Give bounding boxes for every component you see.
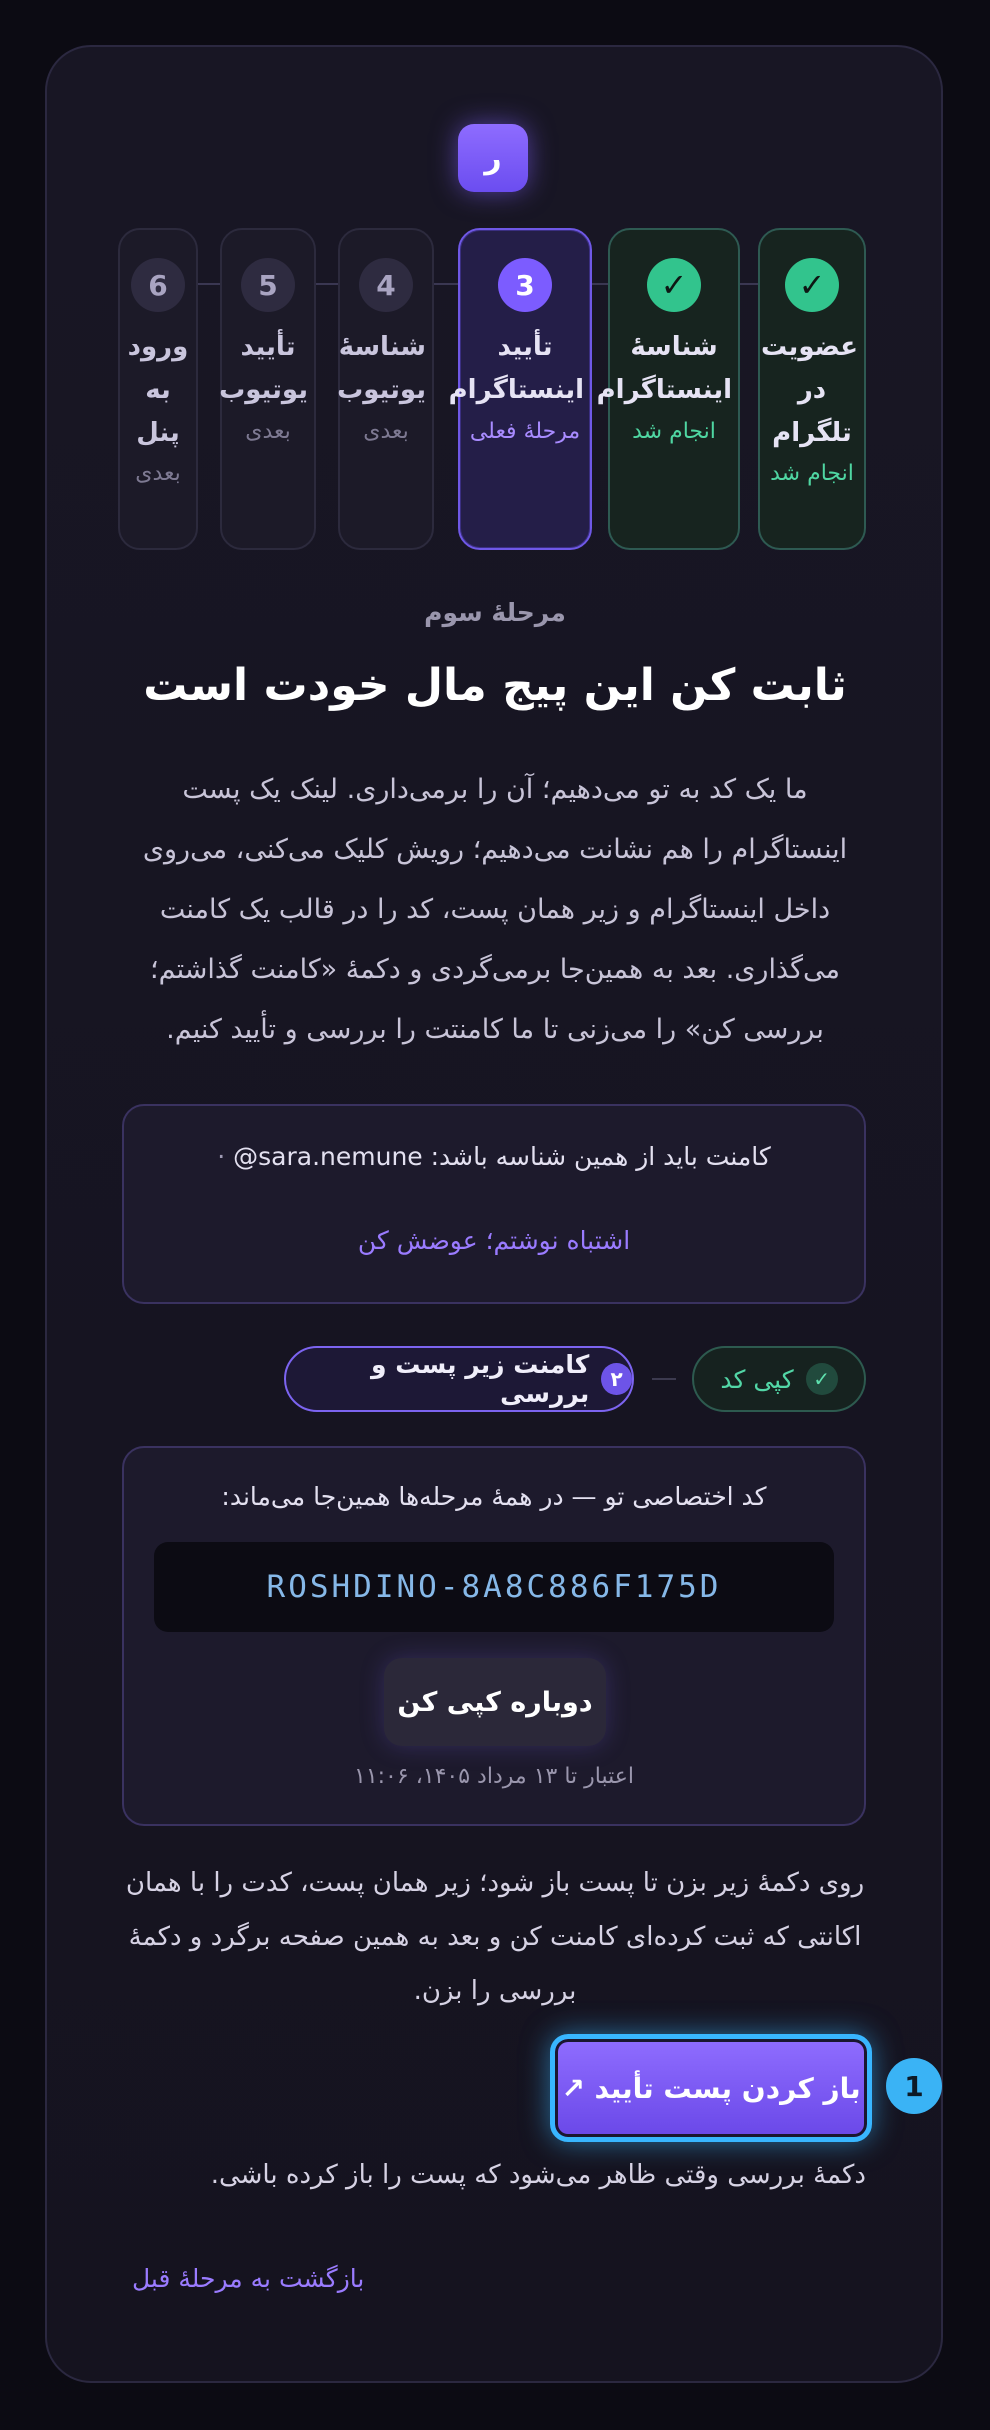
code-panel: کد اختصاصی تو — در همهٔ مرحله‌ها همین‌جا…	[122, 1446, 866, 1826]
check-icon: ✓	[805, 1363, 838, 1395]
copy-again-button[interactable]: دوباره کپی کن	[384, 1658, 606, 1746]
step-status: انجام شد	[770, 461, 854, 486]
identity-line: کامنت باید از همین شناسه باشد: @sara.nem…	[124, 1142, 864, 1171]
step-marker: 1	[886, 2058, 942, 2114]
step-connector	[198, 283, 220, 285]
check-icon: ✓	[785, 258, 839, 312]
back-link[interactable]: بازگشت به مرحلهٔ قبل	[132, 2264, 364, 2293]
step-eyebrow: مرحلهٔ سوم	[424, 598, 566, 627]
substep-number: ۲	[601, 1363, 632, 1395]
check-icon: ✓	[647, 258, 701, 312]
step-telegram: ✓ عضویت در تلگرام انجام شد	[758, 228, 866, 550]
step-youtube-id: 4 شناسهٔ یوتیوب بعدی	[337, 228, 434, 550]
brand-logo: ر	[458, 124, 528, 192]
substep-label: کپی کد	[720, 1364, 794, 1394]
step-title: تأیید یوتیوب	[219, 332, 308, 405]
step-status: بعدی	[135, 461, 181, 486]
separator-dot: ·	[217, 1142, 226, 1171]
step-title: شناسهٔ یوتیوب	[337, 332, 426, 405]
step-title: شناسهٔ اینستاگرام	[596, 332, 732, 405]
step-panel-login: 6 ورود به پنل بعدی	[118, 228, 198, 550]
step-title: ورود به پنل	[127, 332, 189, 448]
step-title: تأیید اینستاگرام	[448, 332, 584, 405]
step-connector	[740, 283, 758, 285]
step-number: 5	[241, 258, 295, 312]
step-youtube-verify: 5 تأیید یوتیوب بعدی	[219, 228, 316, 550]
change-handle-link[interactable]: اشتباه نوشتم؛ عوضش کن	[124, 1226, 864, 1255]
code-label: کد اختصاصی تو — در همهٔ مرحله‌ها همین‌جا…	[221, 1482, 767, 1511]
step-number: 6	[131, 258, 185, 312]
step-instagram-verify: 3 تأیید اینستاگرام مرحلهٔ فعلی	[448, 228, 592, 550]
substep-comment-verify: ۲ کامنت زیر پست و بررسی	[284, 1346, 634, 1412]
step-connector	[592, 283, 608, 285]
substep-label: کامنت زیر پست و بررسی	[370, 1350, 590, 1408]
step-number: 3	[498, 258, 552, 312]
instructions-text: روی دکمهٔ زیر بزن تا پست باز شود؛ زیر هم…	[125, 1868, 865, 2006]
open-verification-post-button[interactable]: باز کردن پست تأیید ↗	[550, 2034, 872, 2142]
step-status: انجام شد	[632, 419, 716, 444]
instagram-handle: @sara.nemune	[233, 1142, 423, 1171]
step-status: بعدی	[245, 419, 291, 444]
intro-paragraph: ما یک کد به تو می‌دهیم؛ آن را برمی‌داری.…	[142, 774, 848, 1045]
identity-box: کامنت باید از همین شناسه باشد: @sara.nem…	[122, 1104, 866, 1304]
substep-copy-code: ✓ کپی کد	[692, 1346, 866, 1412]
identity-prefix: کامنت باید از همین شناسه باشد:	[430, 1142, 771, 1171]
step-instagram-id: ✓ شناسهٔ اینستاگرام انجام شد	[596, 228, 740, 550]
step-number: 4	[359, 258, 413, 312]
substep-connector	[652, 1378, 676, 1380]
step-title: عضویت در تلگرام	[761, 332, 858, 448]
step-status: مرحلهٔ فعلی	[469, 419, 581, 444]
step-connector	[434, 283, 458, 285]
step-connector	[316, 283, 338, 285]
code-expiry: اعتبار تا ۱۳ مرداد ۱۴۰۵، ۱۱:۰۶	[354, 1764, 634, 1789]
verification-code[interactable]: ROSHDINO-8A8C886F175D	[154, 1542, 834, 1632]
verify-hint: دکمهٔ بررسی وقتی ظاهر می‌شود که پست را ب…	[210, 2160, 866, 2190]
page-title: ثابت کن این پیج مال خودت است	[143, 660, 847, 711]
brand-logo-letter: ر	[484, 140, 502, 176]
step-status: بعدی	[363, 419, 409, 444]
